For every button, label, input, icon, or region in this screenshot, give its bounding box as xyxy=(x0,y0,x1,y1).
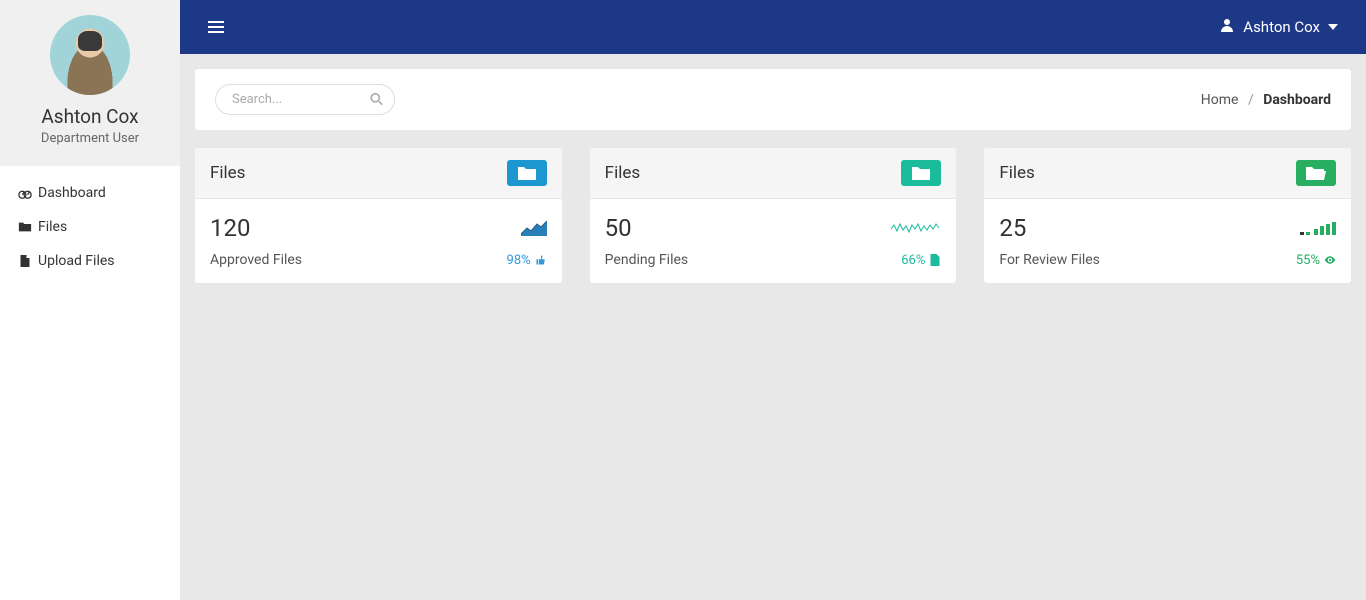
card-review: Files 25 For Review Files xyxy=(984,148,1351,283)
card-header: Files xyxy=(984,148,1351,199)
breadcrumb-current: Dashboard xyxy=(1263,92,1331,108)
profile-name: Ashton Cox xyxy=(10,105,170,128)
breadcrumb-home[interactable]: Home xyxy=(1201,92,1239,108)
user-icon xyxy=(1219,17,1235,37)
card-header: Files xyxy=(195,148,562,199)
file-icon xyxy=(18,254,32,268)
card-body: 50 Pending Files 66% xyxy=(590,199,957,283)
content: Home / Dashboard Files 120 xyxy=(180,54,1366,298)
card-header: Files xyxy=(590,148,957,199)
toolbar-panel: Home / Dashboard xyxy=(195,69,1351,130)
nav-list: Dashboard Files Upload Files xyxy=(0,166,180,288)
card-body: 120 Approved Files 98% xyxy=(195,199,562,283)
user-menu[interactable]: Ashton Cox xyxy=(1219,17,1338,37)
profile-role: Department User xyxy=(10,131,170,146)
folder-open-icon xyxy=(18,220,32,234)
thumbs-up-icon xyxy=(535,254,547,266)
nav-item-dashboard[interactable]: Dashboard xyxy=(0,176,180,210)
main: Ashton Cox Home / Dashboard xyxy=(180,0,1366,600)
card-pending: Files 50 Pending Files 6 xyxy=(590,148,957,283)
card-value: 50 xyxy=(605,214,632,242)
topbar: Ashton Cox xyxy=(180,0,1366,54)
sparkline-icon xyxy=(891,218,941,238)
search-input[interactable] xyxy=(215,84,395,115)
card-percent: 98% xyxy=(507,253,547,268)
profile-section: Ashton Cox Department User xyxy=(0,0,180,166)
folder-open-icon xyxy=(1296,160,1336,186)
caret-down-icon xyxy=(1328,24,1338,30)
card-label: Pending Files xyxy=(605,252,688,268)
avatar[interactable] xyxy=(50,15,130,95)
card-value: 25 xyxy=(999,214,1026,242)
file-icon xyxy=(929,254,941,266)
nav-item-upload[interactable]: Upload Files xyxy=(0,244,180,278)
folder-icon xyxy=(901,160,941,186)
card-label: Approved Files xyxy=(210,252,302,268)
folder-icon xyxy=(507,160,547,186)
user-name: Ashton Cox xyxy=(1243,18,1320,36)
nav-label: Upload Files xyxy=(38,253,115,269)
dashboard-icon xyxy=(18,186,32,200)
cards-row: Files 120 Approved Files xyxy=(195,148,1351,283)
card-percent: 66% xyxy=(901,253,941,268)
eye-icon xyxy=(1324,254,1336,266)
sidebar: Ashton Cox Department User Dashboard Fil… xyxy=(0,0,180,600)
card-title: Files xyxy=(210,163,245,183)
nav-item-files[interactable]: Files xyxy=(0,210,180,244)
card-body: 25 For Review Files 55% xyxy=(984,199,1351,283)
bar-chart-icon xyxy=(1300,218,1336,238)
card-percent: 55% xyxy=(1296,253,1336,268)
search-wrap xyxy=(215,84,395,115)
breadcrumb-sep: / xyxy=(1248,92,1254,108)
card-label: For Review Files xyxy=(999,252,1100,268)
card-approved: Files 120 Approved Files xyxy=(195,148,562,283)
card-title: Files xyxy=(999,163,1034,183)
hamburger-icon[interactable] xyxy=(208,21,224,33)
breadcrumb: Home / Dashboard xyxy=(1201,92,1331,108)
nav-label: Dashboard xyxy=(38,185,106,201)
search-icon[interactable] xyxy=(370,90,383,109)
card-title: Files xyxy=(605,163,640,183)
sparkline-icon xyxy=(521,218,547,238)
nav-label: Files xyxy=(38,219,67,235)
card-value: 120 xyxy=(210,214,250,242)
